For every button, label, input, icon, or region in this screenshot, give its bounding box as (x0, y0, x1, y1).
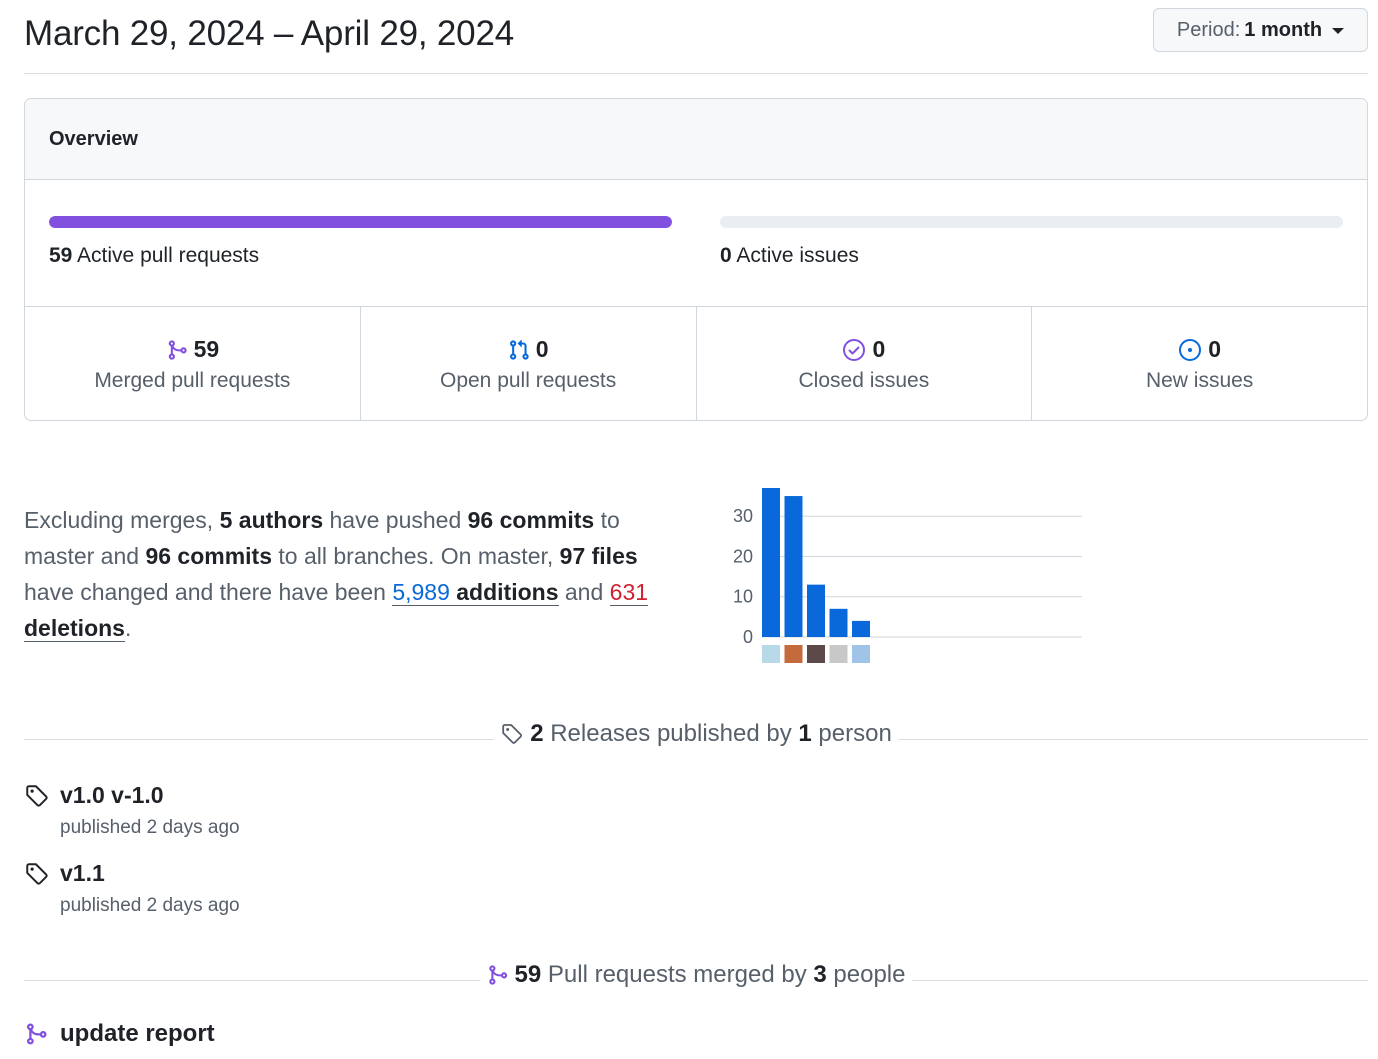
authors-count: 5 authors (219, 507, 324, 533)
release-meta: published 2 days ago (60, 895, 240, 916)
stat-open-prs[interactable]: 0 Open pull requests (361, 307, 697, 420)
author-avatar[interactable] (852, 645, 870, 663)
chart-y-tick-label: 10 (733, 587, 753, 607)
overview-stats: 59 Merged pull requests 0 Open pull requ… (25, 307, 1367, 420)
active-prs-count: 59 (49, 244, 73, 267)
open-prs-label: Open pull requests (439, 369, 617, 392)
closed-issues-value: 0 (872, 336, 886, 362)
release-item: v1.0 v-1.0 published 2 days ago (24, 782, 240, 839)
active-prs-bar-fill (49, 216, 672, 228)
git-merge-icon (487, 964, 509, 986)
active-prs-block[interactable]: 59 Active pull requests (49, 216, 672, 268)
chart-bar[interactable] (852, 620, 870, 637)
overview-title: Overview (25, 99, 1367, 180)
new-issues-label: New issues (1145, 369, 1254, 392)
contributors-chart: 0 10 20 30 (702, 478, 1082, 668)
additions-word: additions (449, 579, 559, 605)
additions-link[interactable]: 5,989 additions (392, 579, 559, 606)
commit-summary: Excluding merges, 5 authors have pushed … (24, 502, 664, 646)
releases-heading: 2 Releases published by 1 person (494, 720, 898, 748)
pulls-heading: 59 Pull requests merged by 3 people (480, 961, 912, 989)
release-name-link[interactable]: v1.0 v-1.0 (60, 782, 164, 809)
additions-number: 5,989 (392, 579, 450, 605)
summary-text: have pushed (323, 507, 468, 533)
git-merge-icon (24, 1022, 48, 1046)
git-pull-request-icon (508, 339, 530, 361)
pulse-header: March 29, 2024 – April 29, 2024 Period: … (24, 0, 1368, 74)
release-item: v1.1 published 2 days ago (24, 860, 240, 917)
tag-icon (24, 861, 50, 887)
chart-y-tick-label: 30 (733, 506, 753, 526)
deletions-number: 631 (609, 579, 649, 605)
chart-y-tick-label: 0 (743, 627, 753, 647)
release-name-link[interactable]: v1.1 (60, 860, 105, 887)
releases-count: 2 (530, 720, 544, 747)
overview-box: Overview 59 Active pull requests 0 Activ… (24, 98, 1368, 421)
period-value: 1 month (1244, 18, 1323, 41)
author-avatar[interactable] (784, 645, 803, 663)
date-range-title: March 29, 2024 – April 29, 2024 (24, 14, 514, 53)
merged-prs-label: Merged pull requests (94, 369, 291, 392)
active-prs-label: Active pull requests (77, 244, 260, 267)
chart-y-tick-label: 20 (733, 546, 753, 566)
summary-text: to all branches. On master, (272, 543, 560, 569)
releases-text: Releases published by (543, 720, 799, 747)
summary-text: have changed and there have been (24, 579, 393, 605)
merged-prs-value: 59 (193, 336, 220, 362)
period-dropdown-button[interactable]: Period: 1 month (1153, 8, 1368, 52)
summary-text: Excluding merges, (24, 507, 220, 533)
tag-icon (24, 783, 50, 809)
overview-bars: 59 Active pull requests 0 Active issues (25, 180, 1367, 307)
open-prs-value: 0 (535, 336, 549, 362)
deletions-word: deletions (24, 615, 125, 641)
active-issues-block[interactable]: 0 Active issues (720, 216, 1343, 268)
git-merge-icon (166, 339, 188, 361)
author-avatar[interactable] (829, 645, 848, 663)
author-avatar[interactable] (762, 645, 780, 663)
release-meta: published 2 days ago (60, 817, 240, 838)
chart-bar[interactable] (807, 584, 825, 637)
contributors-chart-svg: 0 10 20 30 (733, 488, 1082, 663)
active-issues-bar (720, 216, 1343, 228)
commits-master-count: 96 commits (467, 507, 595, 533)
issue-closed-icon (842, 338, 866, 362)
pulls-text: Pull requests merged by (541, 961, 814, 988)
commits-all-count: 96 commits (145, 543, 273, 569)
pull-request-item: update report (24, 1020, 215, 1048)
active-prs-bar (49, 216, 672, 228)
active-issues-label: Active issues (736, 244, 859, 267)
stat-closed-issues[interactable]: 0 Closed issues (697, 307, 1033, 420)
files-count: 97 files (559, 543, 638, 569)
releases-people: 1 (798, 720, 812, 747)
stat-new-issues[interactable]: 0 New issues (1032, 307, 1367, 420)
pulls-text: people (826, 961, 906, 988)
pull-request-title-link[interactable]: update report (60, 1020, 215, 1048)
tag-icon (500, 722, 524, 746)
period-label: Period: (1176, 18, 1241, 41)
active-issues-count: 0 (720, 244, 732, 267)
chart-bar[interactable] (762, 488, 780, 637)
author-avatar[interactable] (807, 645, 825, 663)
pulls-count: 59 (514, 961, 542, 988)
pulls-people: 3 (813, 961, 827, 988)
chart-bar[interactable] (784, 496, 803, 637)
caret-down-icon (1332, 28, 1345, 34)
summary-text: . (124, 615, 132, 641)
releases-text: person (811, 720, 892, 747)
stat-merged-prs[interactable]: 59 Merged pull requests (25, 307, 361, 420)
issue-opened-icon (1178, 338, 1202, 362)
new-issues-value: 0 (1208, 336, 1222, 362)
summary-text: and (558, 579, 610, 605)
closed-issues-label: Closed issues (798, 369, 930, 392)
chart-bar[interactable] (829, 608, 848, 637)
